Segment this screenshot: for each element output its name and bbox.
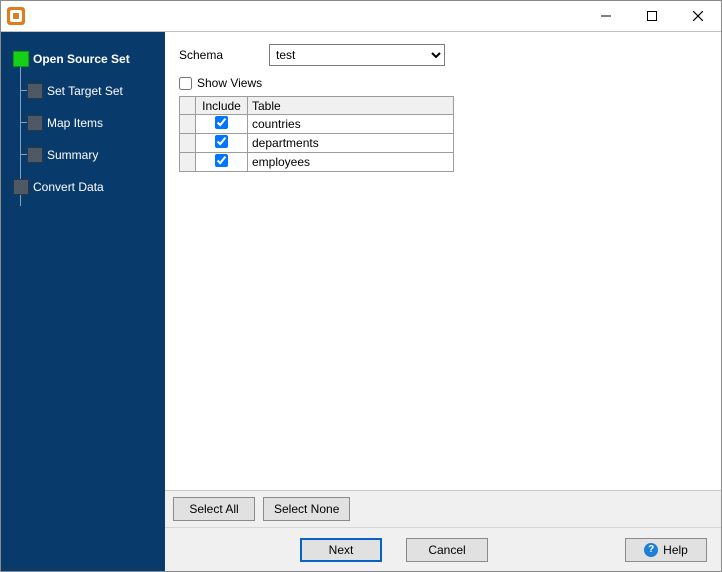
minimize-button[interactable] [583, 1, 629, 31]
wizard-step-label: Convert Data [33, 180, 104, 194]
include-checkbox[interactable] [215, 135, 228, 148]
table-name-cell[interactable]: countries [248, 115, 454, 134]
wizard-step-label: Open Source Set [33, 52, 130, 66]
table-name-cell[interactable]: departments [248, 134, 454, 153]
close-button[interactable] [675, 1, 721, 31]
wizard-step-convert-data[interactable]: Convert Data [7, 178, 159, 196]
schema-select[interactable]: test [269, 44, 445, 66]
table-name-cell[interactable]: employees [248, 153, 454, 172]
table-row[interactable]: employees [180, 153, 454, 172]
row-header [180, 153, 196, 172]
next-button[interactable]: Next [300, 538, 382, 562]
tables-grid: Include Table countriesdepartmentsemploy… [179, 96, 454, 172]
include-checkbox[interactable] [215, 116, 228, 129]
table-row[interactable]: departments [180, 134, 454, 153]
show-views-checkbox[interactable] [179, 77, 192, 90]
help-button[interactable]: ? Help [625, 538, 707, 562]
row-header [180, 134, 196, 153]
grid-header-table[interactable]: Table [248, 97, 454, 115]
wizard-step-label: Set Target Set [47, 84, 123, 98]
grid-corner [180, 97, 196, 115]
grid-header-include[interactable]: Include [196, 97, 248, 115]
select-button-bar: Select All Select None [165, 490, 721, 527]
cancel-button[interactable]: Cancel [406, 538, 488, 562]
wizard-step-label: Summary [47, 148, 98, 162]
include-checkbox[interactable] [215, 154, 228, 167]
wizard-step-label: Map Items [47, 116, 103, 130]
row-header [180, 115, 196, 134]
select-none-button[interactable]: Select None [263, 497, 350, 521]
wizard-step-sidebar: Open Source Set Set Target Set Map Items Su… [1, 32, 165, 571]
titlebar [1, 1, 721, 31]
table-row[interactable]: countries [180, 115, 454, 134]
wizard-window: Open Source Set Set Target Set Map Items Su… [0, 0, 722, 572]
include-cell[interactable] [196, 153, 248, 172]
help-icon: ? [644, 543, 658, 557]
app-icon [7, 7, 25, 25]
wizard-step-map-items[interactable]: Map Items [7, 114, 159, 132]
wizard-step-summary[interactable]: Summary [7, 146, 159, 164]
wizard-step-set-target-set[interactable]: Set Target Set [7, 82, 159, 100]
wizard-button-bar: Next Cancel ? Help [165, 527, 721, 571]
maximize-button[interactable] [629, 1, 675, 31]
wizard-step-open-source-set[interactable]: Open Source Set [7, 50, 159, 68]
include-cell[interactable] [196, 115, 248, 134]
select-all-button[interactable]: Select All [173, 497, 255, 521]
main-panel: Schema test Show Views [165, 32, 721, 571]
schema-label: Schema [179, 48, 259, 62]
include-cell[interactable] [196, 134, 248, 153]
show-views-label[interactable]: Show Views [197, 76, 262, 90]
